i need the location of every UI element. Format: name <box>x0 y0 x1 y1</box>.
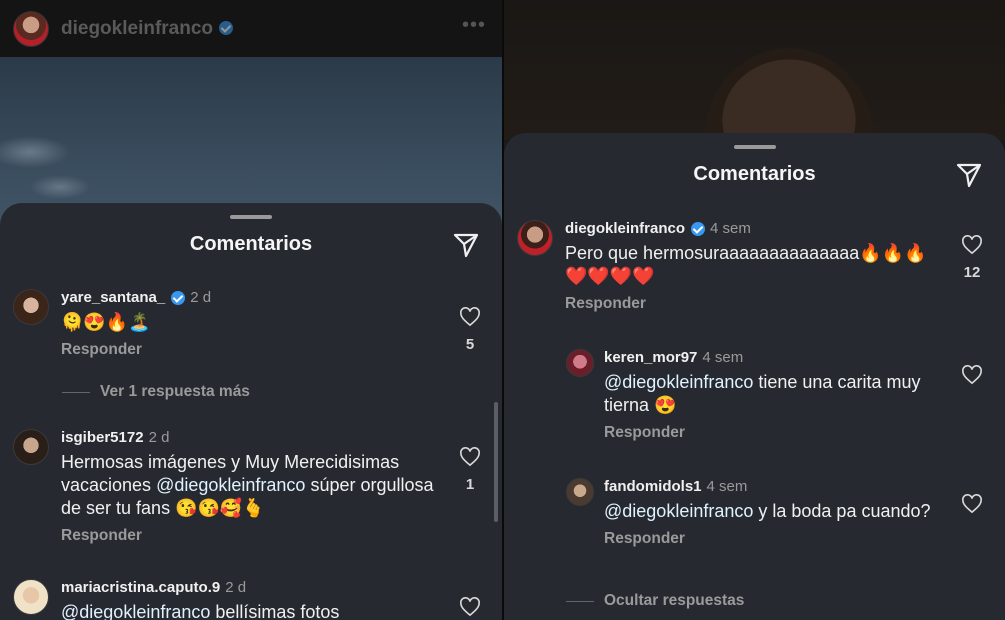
comment-text-part: bellísimas fotos <box>210 602 340 620</box>
avatar[interactable] <box>13 289 49 325</box>
heart-icon[interactable] <box>961 235 983 255</box>
reply-item: fandomidols1 4 sem @diegokleinfranco y la… <box>566 478 996 588</box>
mention-link[interactable]: @diegokleinfranco <box>604 372 753 392</box>
avatar[interactable] <box>566 349 594 377</box>
send-icon[interactable] <box>955 161 983 189</box>
like-count: 1 <box>465 476 475 493</box>
sheet-title: Comentarios <box>189 233 313 255</box>
avatar[interactable] <box>566 478 594 506</box>
comment-username[interactable]: diegokleinfranco <box>565 220 685 237</box>
comment-item: yare_santana_ 2 d 🫠😍🔥🏝️ Responder 5 <box>13 289 493 429</box>
comment-text: Hermosas imágenes y Muy Merecidisimas va… <box>61 451 451 520</box>
avatar[interactable] <box>13 429 49 465</box>
like-count: 12 <box>963 264 981 281</box>
comment-text: @diegokleinfranco bellísimas fotos <box>61 601 451 620</box>
reply-button[interactable]: Responder <box>61 527 451 545</box>
comment-item: isgiber5172 2 d Hermosas imágenes y Muy M… <box>13 429 493 559</box>
comment-time: 2 d <box>225 579 247 596</box>
reply-item: keren_mor97 4 sem @diegokleinfranco tiene… <box>566 349 996 459</box>
heart-icon[interactable] <box>961 494 983 514</box>
view-replies-button[interactable]: Ver 1 respuesta más <box>62 383 250 401</box>
sheet-grabber[interactable] <box>230 215 272 219</box>
reply-button[interactable]: Responder <box>604 424 934 442</box>
hide-replies-button[interactable]: Ocultar respuestas <box>566 592 744 610</box>
verified-badge-icon <box>171 291 186 306</box>
comment-username[interactable]: yare_santana_ <box>61 289 165 306</box>
comment-time: 2 d <box>190 289 212 306</box>
hide-replies-label[interactable]: Ocultar respuestas <box>604 592 744 610</box>
more-horizontal-icon[interactable]: ••• <box>462 14 486 37</box>
left-screenshot: diegokleinfranco ••• Comentarios yare_sa… <box>0 0 502 620</box>
comment-text-part: y la boda pa cuando? <box>753 501 931 521</box>
comment-time: 4 sem <box>706 478 748 495</box>
like-count: 5 <box>465 336 475 353</box>
scrollbar[interactable] <box>494 402 498 522</box>
avatar[interactable] <box>13 579 49 615</box>
heart-icon[interactable] <box>459 307 481 327</box>
comment-item: mariacristina.caputo.9 2 d @diegokleinfra… <box>13 579 493 620</box>
reply-button[interactable]: Responder <box>604 530 934 548</box>
avatar[interactable] <box>13 10 49 47</box>
reply-button[interactable]: Responder <box>565 295 945 313</box>
verified-badge-icon <box>219 21 234 36</box>
comment-item: diegokleinfranco 4 sem Pero que hermosura… <box>517 220 997 340</box>
view-replies-label[interactable]: Ver 1 respuesta más <box>100 383 250 401</box>
comment-time: 4 sem <box>710 220 751 237</box>
comment-time: 4 sem <box>702 349 744 366</box>
heart-icon[interactable] <box>961 365 983 385</box>
right-screenshot: Comentarios diegokleinfranco 4 sem Pero q… <box>504 0 1005 620</box>
divider-line <box>566 600 594 602</box>
comment-text: 🫠😍🔥🏝️ <box>61 312 151 332</box>
comment-username[interactable]: isgiber5172 <box>61 429 144 446</box>
send-icon[interactable] <box>452 231 480 259</box>
comment-username[interactable]: mariacristina.caputo.9 <box>61 579 220 596</box>
sheet-title: Comentarios <box>693 163 816 185</box>
mention-link[interactable]: @diegokleinfranco <box>61 602 210 620</box>
divider-line <box>62 391 90 393</box>
comment-username[interactable]: keren_mor97 <box>604 349 697 366</box>
post-header: diegokleinfranco ••• <box>0 0 502 57</box>
avatar[interactable] <box>517 220 553 256</box>
comment-text: @diegokleinfranco tiene una carita muy t… <box>604 371 934 417</box>
post-username-text[interactable]: diegokleinfranco <box>61 18 213 39</box>
comment-text: @diegokleinfranco y la boda pa cuando? <box>604 500 934 523</box>
sheet-grabber[interactable] <box>733 145 776 149</box>
comment-username[interactable]: fandomidols1 <box>604 478 702 495</box>
comments-sheet: Comentarios yare_santana_ 2 d 🫠😍🔥🏝️ Respo… <box>0 203 502 620</box>
mention-link[interactable]: @diegokleinfranco <box>156 475 305 495</box>
heart-icon[interactable] <box>459 597 481 617</box>
comment-text: Pero que hermosuraaaaaaaaaaaaaa🔥🔥🔥❤️❤️❤️… <box>565 243 927 286</box>
verified-badge-icon <box>691 222 706 237</box>
post-image <box>504 0 1005 140</box>
reply-button[interactable]: Responder <box>61 341 211 359</box>
post-username[interactable]: diegokleinfranco <box>61 18 234 40</box>
heart-icon[interactable] <box>459 447 481 467</box>
mention-link[interactable]: @diegokleinfranco <box>604 501 753 521</box>
comment-time: 2 d <box>148 429 170 446</box>
comments-sheet: Comentarios diegokleinfranco 4 sem Pero q… <box>504 133 1005 620</box>
